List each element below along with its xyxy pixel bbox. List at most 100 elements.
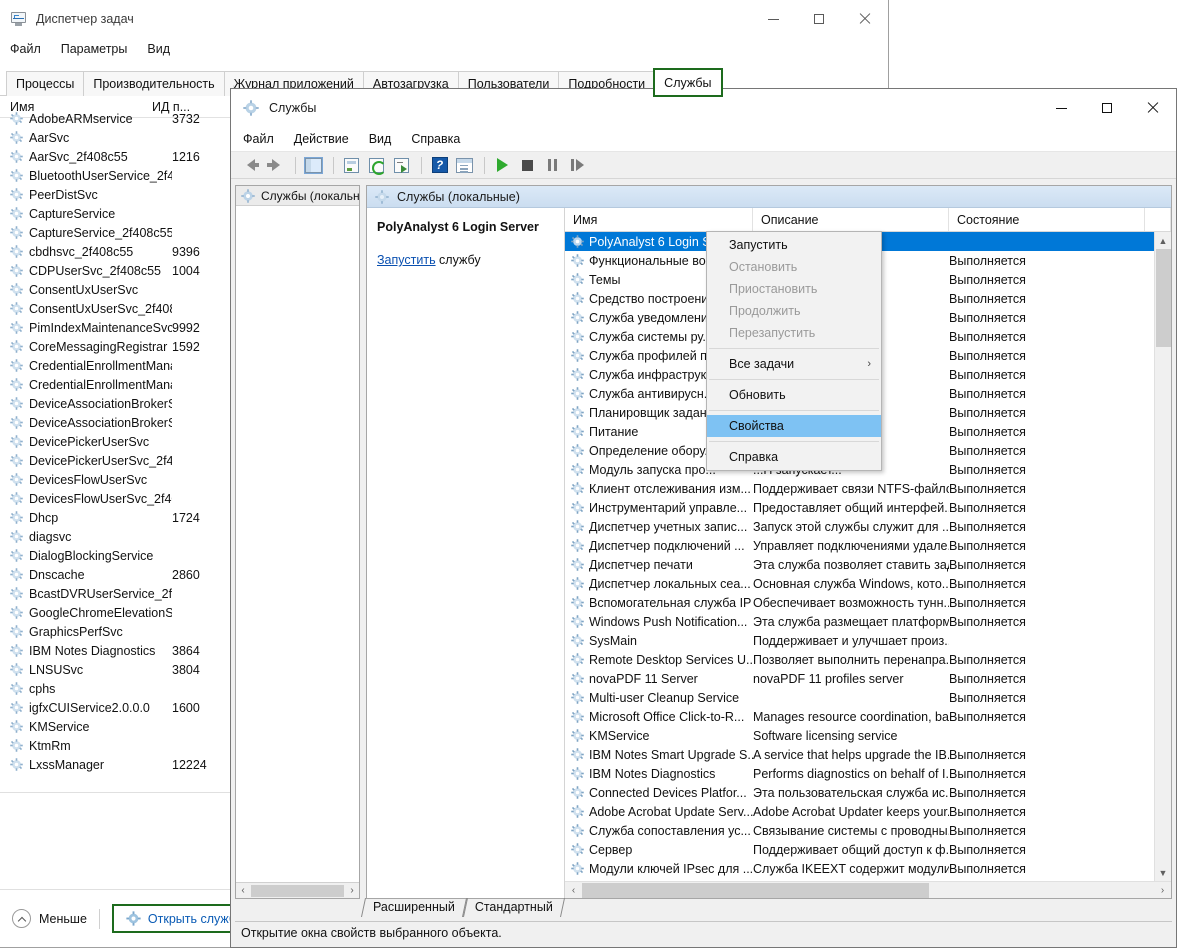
table-row[interactable]: DeviceAssociationBrokerSvc (0, 394, 233, 413)
back-button[interactable] (239, 154, 262, 176)
context-menu-item-properties[interactable]: Свойства (707, 415, 881, 437)
table-row[interactable]: DevicesFlowUserSvc_2f408c... (0, 489, 233, 508)
table-row[interactable]: ConsentUxUserSvc_2f408c55 (0, 299, 233, 318)
scroll-right-icon[interactable]: › (1154, 885, 1171, 896)
services-list-hscrollbar[interactable]: ‹ › (565, 881, 1171, 898)
table-row[interactable]: BluetoothUserService_2f408... (0, 166, 233, 185)
table-row[interactable]: novaPDF 11 Server novaPDF 11 profiles ser… (565, 669, 1154, 688)
table-row[interactable]: DevicePickerUserSvc (0, 432, 233, 451)
table-row[interactable]: GraphicsPerfSvc (0, 622, 233, 641)
restart-service-button[interactable] (566, 154, 589, 176)
table-row[interactable]: Инструментарий управле... Предоставляет о… (565, 498, 1154, 517)
minimize-button[interactable] (750, 0, 796, 38)
menu-item-file[interactable]: Файл (10, 42, 41, 56)
table-row[interactable]: Модули ключей IPsec для ... Служба IKEEXT… (565, 859, 1154, 878)
table-row[interactable]: AarSvc_2f408c55 1216 (0, 147, 233, 166)
table-row[interactable]: cphs (0, 679, 233, 698)
table-row[interactable]: KMService Software licensing service (565, 726, 1154, 745)
table-row[interactable]: diagsvc (0, 527, 233, 546)
scroll-left-icon[interactable]: ‹ (236, 885, 250, 896)
table-row[interactable]: Сервер Поддерживает общий доступ к ф... Вы… (565, 840, 1154, 859)
services-close-button[interactable] (1130, 89, 1176, 127)
context-menu-item-start[interactable]: Запустить (707, 234, 881, 256)
column-header-name[interactable]: Имя (565, 208, 753, 231)
tab-services[interactable]: Службы (653, 68, 723, 97)
export-list-button[interactable] (390, 154, 413, 176)
tab-processes[interactable]: Процессы (6, 71, 85, 96)
table-row[interactable]: BcastDVRUserService_2f408... (0, 584, 233, 603)
table-row[interactable]: DeviceAssociationBrokerSv... (0, 413, 233, 432)
table-row[interactable]: Multi-user Cleanup Service Выполняется (565, 688, 1154, 707)
table-row[interactable]: PimIndexMaintenanceSvc_...9992 (0, 318, 233, 337)
table-row[interactable]: Служба сопоставления ус... Связывание сис… (565, 821, 1154, 840)
menu-item-view[interactable]: Вид (147, 42, 170, 56)
refresh-button[interactable] (365, 154, 388, 176)
show-hide-action-pane-button[interactable] (453, 154, 476, 176)
menu-item-help[interactable]: Справка (411, 132, 460, 146)
column-header-status[interactable]: Состояние (949, 208, 1145, 231)
context-menu-item-all-tasks[interactable]: Все задачи › (707, 353, 881, 375)
maximize-button[interactable] (796, 0, 842, 38)
vscroll-thumb[interactable] (1156, 249, 1171, 347)
start-service-button[interactable] (491, 154, 514, 176)
table-row[interactable]: Диспетчер подключений ... Управляет подкл… (565, 536, 1154, 555)
context-menu-item-help[interactable]: Справка (707, 446, 881, 468)
table-row[interactable]: LxssManager 12224 (0, 755, 233, 774)
tab-extended[interactable]: Расширенный (363, 898, 465, 917)
table-row[interactable]: AdobeARMservice 3732 (0, 109, 233, 128)
start-service-link[interactable]: Запустить (377, 253, 436, 267)
menu-item-action[interactable]: Действие (294, 132, 349, 146)
scroll-up-icon[interactable]: ▲ (1155, 232, 1171, 249)
table-row[interactable]: Windows Push Notification... Эта служба р… (565, 612, 1154, 631)
table-row[interactable]: PeerDistSvc (0, 185, 233, 204)
table-row[interactable]: CaptureService_2f408c55 (0, 223, 233, 242)
menu-item-view[interactable]: Вид (369, 132, 392, 146)
scroll-right-icon[interactable]: › (345, 885, 359, 896)
fewer-details-button[interactable]: Меньше (12, 909, 87, 928)
help-button[interactable]: ? (428, 154, 451, 176)
services-maximize-button[interactable] (1084, 89, 1130, 127)
console-tree-root[interactable]: Службы (локальн (236, 186, 360, 206)
scroll-down-icon[interactable]: ▼ (1155, 864, 1171, 881)
task-manager-service-list[interactable]: AdobeARMservice 3732 AarSvc AarSvc_2f408c55… (0, 109, 233, 855)
forward-button[interactable] (264, 154, 287, 176)
table-row[interactable]: Remote Desktop Services U... Позволяет вы… (565, 650, 1154, 669)
table-row[interactable]: Connected Devices Platfor... Эта пользова… (565, 783, 1154, 802)
services-list-vscrollbar[interactable]: ▲ ▼ (1154, 232, 1171, 881)
table-row[interactable]: Диспетчер локальных сеа... Основная служб… (565, 574, 1154, 593)
table-row[interactable]: DialogBlockingService (0, 546, 233, 565)
pause-service-button[interactable] (541, 154, 564, 176)
scroll-left-icon[interactable]: ‹ (565, 885, 582, 896)
scroll-thumb[interactable] (251, 884, 344, 897)
console-tree-body[interactable] (236, 206, 359, 882)
table-row[interactable]: CredentialEnrollmentMana... (0, 356, 233, 375)
table-row[interactable]: CDPUserSvc_2f408c55 1004 (0, 261, 233, 280)
menu-item-options[interactable]: Параметры (61, 42, 128, 56)
tab-standard[interactable]: Стандартный (465, 898, 563, 917)
table-row[interactable]: CredentialEnrollmentMana... (0, 375, 233, 394)
stop-service-button[interactable] (516, 154, 539, 176)
table-row[interactable]: DevicesFlowUserSvc (0, 470, 233, 489)
column-header-description[interactable]: Описание (753, 208, 949, 231)
table-row[interactable]: ConsentUxUserSvc (0, 280, 233, 299)
tab-performance[interactable]: Производительность (83, 71, 225, 96)
services-minimize-button[interactable] (1038, 89, 1084, 127)
table-row[interactable]: IBM Notes Diagnostics Performs diagnostic… (565, 764, 1154, 783)
table-row[interactable]: Вспомогательная служба IP Обеспечивает во… (565, 593, 1154, 612)
table-row[interactable]: Dhcp 1724 (0, 508, 233, 527)
console-tree-hscrollbar[interactable]: ‹ › (236, 882, 359, 898)
table-row[interactable]: DevicePickerUserSvc_2f408... (0, 451, 233, 470)
table-row[interactable]: AarSvc (0, 128, 233, 147)
table-row[interactable]: GoogleChromeElevationSer... (0, 603, 233, 622)
table-row[interactable]: IBM Notes Smart Upgrade S... A service th… (565, 745, 1154, 764)
hscroll-thumb[interactable] (582, 882, 929, 898)
table-row[interactable]: Dnscache 2860 (0, 565, 233, 584)
table-row[interactable]: Microsoft Office Click-to-R... Manages re… (565, 707, 1154, 726)
show-hide-console-tree-button[interactable] (302, 154, 325, 176)
table-row[interactable]: LNSUSvc 3804 (0, 660, 233, 679)
table-row[interactable]: CaptureService (0, 204, 233, 223)
column-header-extra[interactable] (1145, 208, 1171, 231)
context-menu-item-refresh[interactable]: Обновить (707, 384, 881, 406)
table-row[interactable]: Диспетчер печати Эта служба позволяет ста… (565, 555, 1154, 574)
table-row[interactable]: KtmRm (0, 736, 233, 755)
